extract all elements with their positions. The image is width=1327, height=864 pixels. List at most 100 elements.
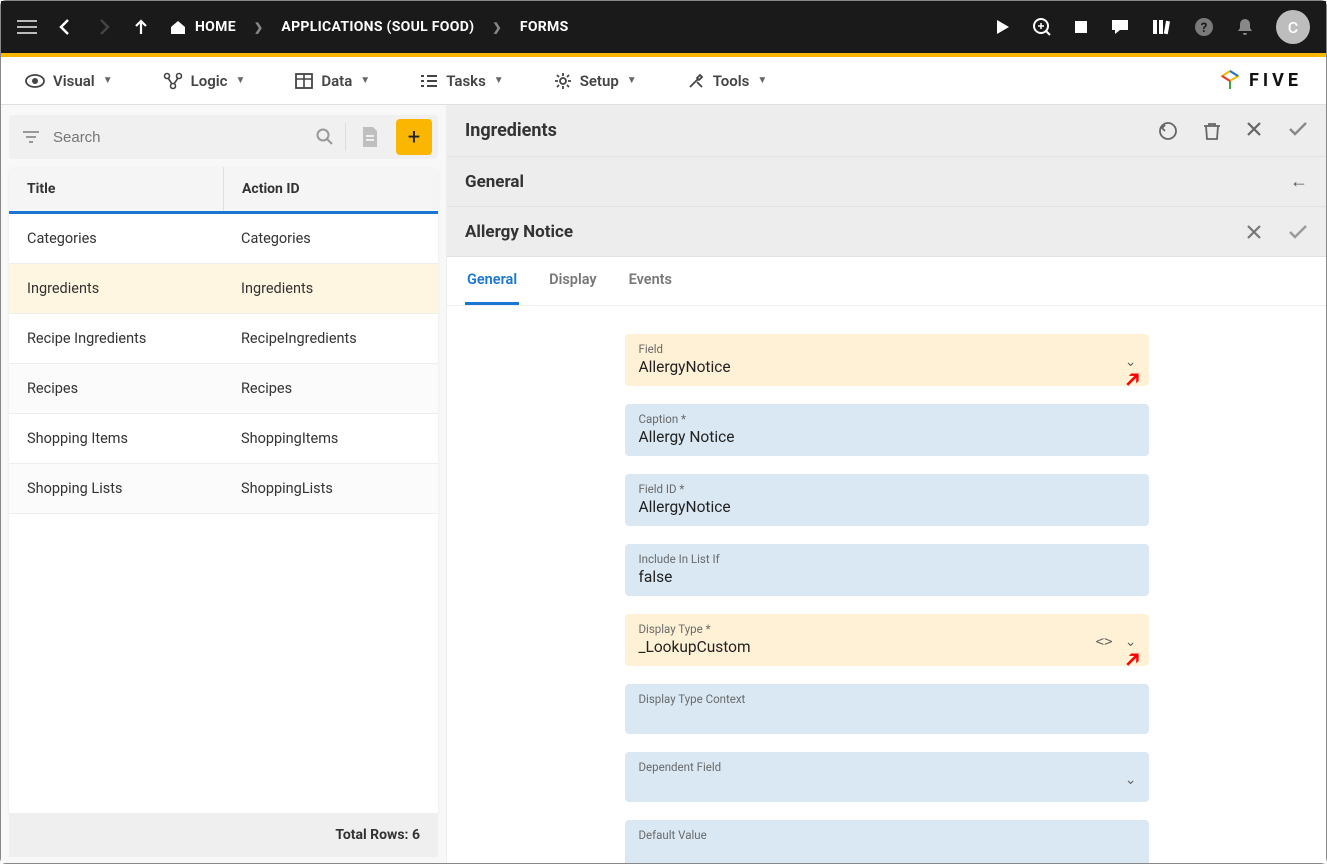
add-button[interactable]: + (396, 119, 432, 155)
menu-label: Tools (713, 72, 750, 90)
hamburger-icon[interactable] (17, 20, 37, 34)
home-icon (169, 19, 187, 35)
close-icon[interactable] (1246, 224, 1262, 240)
menu-tasks[interactable]: Tasks▼ (420, 72, 504, 90)
inspect-icon[interactable] (1032, 17, 1052, 37)
menubar: Visual▼ Logic▼ Data▼ Tasks▼ Setup▼ Tools… (1, 57, 1326, 105)
cell-action-id: Ingredients (223, 264, 438, 313)
panel-title: Ingredients (465, 120, 557, 141)
menu-data[interactable]: Data▼ (295, 72, 370, 90)
table-row[interactable]: IngredientsIngredients (9, 264, 438, 314)
menu-label: Logic (191, 72, 228, 90)
bell-icon[interactable] (1236, 17, 1254, 37)
chevron-down-icon[interactable]: ⌄ (1125, 634, 1137, 650)
cell-title: Shopping Items (9, 414, 223, 463)
menu-setup[interactable]: Setup▼ (554, 72, 637, 90)
chevron-down-icon[interactable]: ⌄ (1125, 772, 1137, 788)
breadcrumb-label: HOME (195, 19, 236, 35)
field-include-in-list-if[interactable]: Include In List Iffalse (625, 544, 1149, 596)
right-pane: Ingredients General ← Allergy Notice Gen… (447, 105, 1326, 863)
cell-action-id: RecipeIngredients (223, 314, 438, 363)
panel-title: General (465, 172, 524, 192)
nav-back-icon[interactable] (57, 18, 75, 36)
data-grid: Title Action ID CategoriesCategoriesIngr… (9, 167, 438, 813)
cell-action-id: Categories (223, 214, 438, 263)
search-input[interactable] (53, 129, 305, 146)
field-field[interactable]: FieldAllergyNotice⌄➔ (625, 334, 1149, 386)
brand-text: FIVE (1249, 70, 1302, 91)
library-icon[interactable] (1152, 18, 1172, 36)
form-body: FieldAllergyNotice⌄➔ Caption *Allergy Not… (447, 306, 1326, 863)
check-icon[interactable] (1288, 224, 1308, 240)
avatar-initial: C (1288, 18, 1298, 37)
workspace: + Title Action ID CategoriesCategoriesIn… (1, 105, 1326, 863)
field-field-id[interactable]: Field ID *AllergyNotice (625, 474, 1149, 526)
field-value (639, 706, 1135, 708)
table-row[interactable]: Shopping ListsShoppingLists (9, 464, 438, 514)
menu-tools[interactable]: Tools▼ (687, 72, 768, 90)
document-icon[interactable] (346, 126, 394, 148)
table-row[interactable]: Shopping ItemsShoppingItems (9, 414, 438, 464)
field-display-type-context[interactable]: Display Type Context (625, 684, 1149, 734)
table-row[interactable]: CategoriesCategories (9, 214, 438, 264)
field-label: Display Type Context (639, 692, 1135, 706)
tabs: General Display Events (447, 257, 1326, 306)
chat-icon[interactable] (1110, 18, 1130, 36)
field-label: Default Value (639, 828, 1135, 842)
stop-icon[interactable] (1074, 20, 1088, 34)
filter-icon[interactable] (9, 130, 53, 144)
field-value: AllergyNotice (639, 356, 1135, 376)
tab-general[interactable]: General (465, 257, 519, 305)
search-icon[interactable] (305, 128, 345, 146)
breadcrumb: HOME ❯ APPLICATIONS (SOUL FOOD) ❯ FORMS (169, 19, 569, 35)
field-caption[interactable]: Caption *Allergy Notice (625, 404, 1149, 456)
play-icon[interactable] (996, 19, 1010, 35)
nav-forward-icon (95, 18, 113, 36)
close-icon[interactable] (1246, 121, 1262, 141)
panel-header-allergy: Allergy Notice (447, 207, 1326, 257)
chevron-down-icon[interactable]: ⌄ (1125, 354, 1137, 370)
check-icon[interactable] (1288, 121, 1308, 141)
panel-header-general: General ← (447, 157, 1326, 207)
table-row[interactable]: RecipesRecipes (9, 364, 438, 414)
breadcrumb-home[interactable]: HOME (169, 19, 236, 35)
field-default-value[interactable]: Default Value (625, 820, 1149, 863)
footer-count: 6 (412, 827, 420, 843)
chevron-right-icon: ❯ (492, 21, 502, 34)
back-arrow-icon[interactable]: ← (1290, 171, 1308, 192)
field-label: Include In List If (639, 552, 1135, 566)
tab-display[interactable]: Display (547, 257, 598, 305)
field-label: Dependent Field (639, 760, 1135, 774)
help-icon[interactable]: ? (1194, 17, 1214, 37)
menu-label: Tasks (446, 72, 486, 90)
code-icon[interactable]: <> (1096, 634, 1113, 650)
tools-icon (687, 72, 705, 90)
table-icon (295, 73, 313, 89)
nav-up-icon[interactable] (133, 18, 149, 36)
field-value: false (639, 566, 1135, 586)
column-action-id[interactable]: Action ID (223, 167, 438, 211)
table-row[interactable]: Recipe IngredientsRecipeIngredients (9, 314, 438, 364)
cell-title: Recipes (9, 364, 223, 413)
revert-icon[interactable] (1158, 121, 1178, 141)
field-label: Field (639, 342, 1135, 356)
tab-events[interactable]: Events (627, 257, 674, 305)
breadcrumb-forms[interactable]: FORMS (520, 19, 569, 35)
menu-visual[interactable]: Visual▼ (25, 72, 113, 90)
avatar[interactable]: C (1276, 10, 1310, 44)
topbar: HOME ❯ APPLICATIONS (SOUL FOOD) ❯ FORMS … (1, 1, 1326, 57)
brand-icon (1217, 68, 1243, 94)
menu-logic[interactable]: Logic▼ (163, 72, 246, 90)
panel-header-ingredients: Ingredients (447, 105, 1326, 157)
field-display-type[interactable]: Display Type *_LookupCustom<>⌄➔ (625, 614, 1149, 666)
searchbar: + (9, 115, 438, 159)
footer-label: Total Rows: (335, 827, 408, 843)
menu-label: Data (321, 72, 352, 90)
cell-action-id: ShoppingLists (223, 464, 438, 513)
svg-text:?: ? (1201, 21, 1207, 36)
breadcrumb-applications[interactable]: APPLICATIONS (SOUL FOOD) (281, 19, 474, 35)
cell-title: Shopping Lists (9, 464, 223, 513)
trash-icon[interactable] (1204, 121, 1220, 141)
column-title[interactable]: Title (9, 167, 223, 211)
field-dependent-field[interactable]: Dependent Field⌄ (625, 752, 1149, 802)
